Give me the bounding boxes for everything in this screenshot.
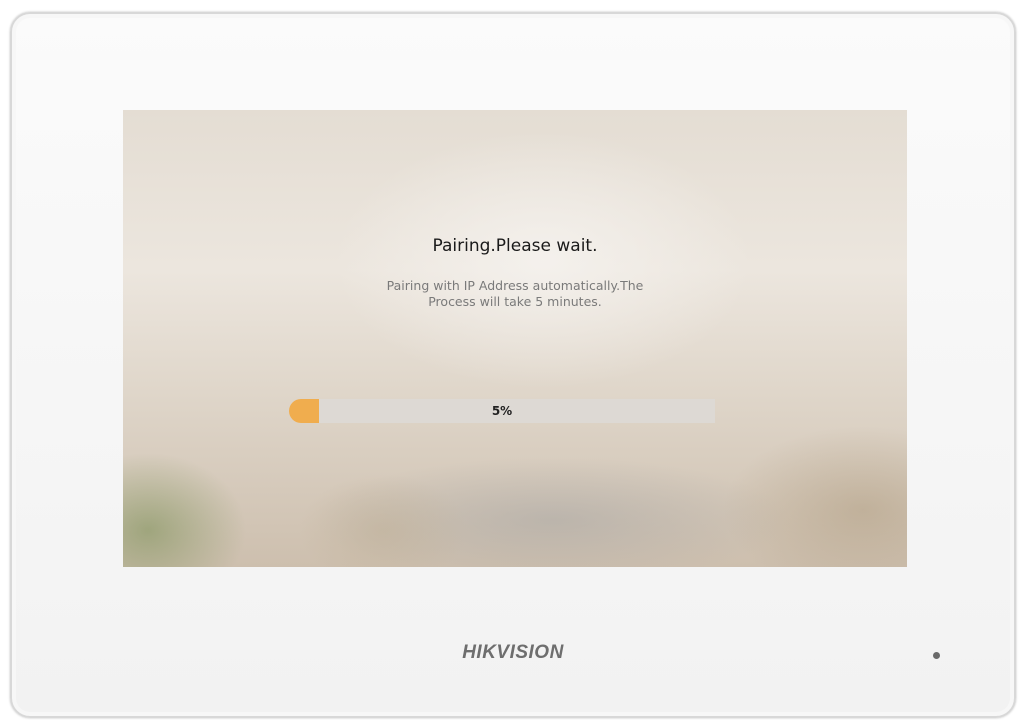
pairing-message-line-2: Process will take 5 minutes.: [428, 294, 602, 309]
pairing-message-line-1: Pairing with IP Address automatically.Th…: [386, 278, 644, 293]
device-frame: Pairing.Please wait. Pairing with IP Add…: [10, 12, 1016, 718]
display-screen: Pairing.Please wait. Pairing with IP Add…: [123, 110, 907, 567]
brand-logo: HIKVISION: [462, 642, 564, 663]
status-led-icon: [933, 652, 940, 659]
pairing-progress-label: 5%: [491, 404, 513, 418]
pairing-title: Pairing.Please wait.: [432, 236, 598, 256]
pairing-progress-bar: 5%: [289, 399, 715, 423]
pairing-message: Pairing with IP Address automatically.Th…: [325, 278, 705, 310]
